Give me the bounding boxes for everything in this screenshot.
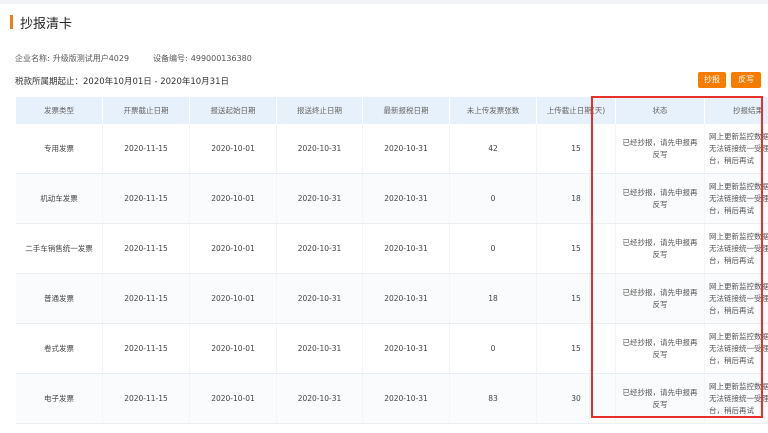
cell-unuploaded-count: 0: [449, 323, 537, 374]
cell-result: 网上更新监控数据结果:无法链接统一受理平台，稍后再试: [704, 173, 768, 224]
table-header-row: 发票类型 开票截止日期 报送起始日期 报送终止日期 最新报税日期 未上传发票张数…: [16, 97, 768, 124]
cell-report-start: 2020-10-01: [189, 273, 277, 324]
device-number: 499000136380: [190, 54, 252, 63]
cell-report-start: 2020-10-01: [189, 173, 277, 224]
cell-invoice-type: 二手车销售统一发票: [16, 223, 103, 274]
cell-issue-deadline: 2020-11-15: [102, 273, 190, 324]
header-status: 状态: [615, 97, 705, 124]
table-row: 专用发票 2020-11-15 2020-10-01 2020-10-31 20…: [16, 124, 768, 174]
cell-report-start: 2020-10-01: [189, 223, 277, 274]
cell-issue-deadline: 2020-11-15: [102, 223, 190, 274]
cell-upload-deadline: 15: [536, 273, 616, 324]
cell-status: 已经抄报，请先申报再反写: [615, 273, 705, 324]
header-result: 抄报结果: [704, 97, 768, 124]
cell-invoice-type: 卷式发票: [16, 323, 103, 374]
header-unuploaded-count: 未上传发票张数: [449, 97, 537, 124]
cell-latest-report: 2020-10-31: [362, 273, 450, 324]
cell-invoice-type: 专用发票: [16, 124, 103, 174]
page-header: 抄报清卡: [10, 14, 73, 32]
cell-upload-deadline: 30: [536, 373, 616, 424]
table-row: 普通发票 2020-11-15 2020-10-01 2020-10-31 20…: [16, 273, 768, 324]
cell-issue-deadline: 2020-11-15: [102, 124, 190, 174]
company-label: 企业名称:: [15, 54, 50, 63]
cell-unuploaded-count: 0: [449, 173, 537, 224]
header-report-end: 报送终止日期: [276, 97, 363, 124]
cell-issue-deadline: 2020-11-15: [102, 323, 190, 374]
cell-result: 网上更新监控数据结果:无法链接统一受理平台，稍后再试: [704, 273, 768, 324]
cell-status: 已经抄报，请先申报再反写: [615, 173, 705, 224]
cell-status: 已经抄报，请先申报再反写: [615, 223, 705, 274]
cell-status: 已经抄报，请先申报再反写: [615, 373, 705, 424]
cell-report-start: 2020-10-01: [189, 124, 277, 174]
copy-report-button[interactable]: 抄报: [698, 72, 726, 88]
cell-report-end: 2020-10-31: [276, 173, 363, 224]
cell-invoice-type: 电子发票: [16, 373, 103, 424]
header-latest-report: 最新报税日期: [362, 97, 450, 124]
cell-report-end: 2020-10-31: [276, 323, 363, 374]
write-back-button[interactable]: 反写: [731, 72, 761, 88]
header-report-start: 报送起始日期: [189, 97, 277, 124]
cell-status: 已经抄报，请先申报再反写: [615, 124, 705, 174]
cell-report-end: 2020-10-31: [276, 124, 363, 174]
cell-report-end: 2020-10-31: [276, 273, 363, 324]
cell-issue-deadline: 2020-11-15: [102, 173, 190, 224]
top-divider: [0, 0, 768, 4]
company-field: 企业名称: 升级版测试用户4029: [15, 54, 141, 63]
cell-unuploaded-count: 42: [449, 124, 537, 174]
cell-upload-deadline: 15: [536, 124, 616, 174]
cell-unuploaded-count: 0: [449, 223, 537, 274]
tax-period: 税款所属期起止：2020年10月01日 - 2020年10月31日: [15, 77, 229, 87]
table-row: 二手车销售统一发票 2020-11-15 2020-10-01 2020-10-…: [16, 223, 768, 274]
header-issue-deadline: 开票截止日期: [102, 97, 190, 124]
cell-result: 网上更新监控数据结果:无法链接统一受理平台，稍后再试: [704, 373, 768, 424]
cell-latest-report: 2020-10-31: [362, 124, 450, 174]
cell-upload-deadline: 15: [536, 323, 616, 374]
cell-report-start: 2020-10-01: [189, 373, 277, 424]
cell-result: 网上更新监控数据结果:无法链接统一受理平台，稍后再试: [704, 124, 768, 174]
header-invoice-type: 发票类型: [16, 97, 103, 124]
cell-unuploaded-count: 83: [449, 373, 537, 424]
table-row: 机动车发票 2020-11-15 2020-10-01 2020-10-31 2…: [16, 173, 768, 224]
title-accent-bar: [10, 15, 13, 29]
cell-unuploaded-count: 18: [449, 273, 537, 324]
company-info: 企业名称: 升级版测试用户4029 设备编号: 499000136380: [15, 53, 276, 64]
table-row: 电子发票 2020-11-15 2020-10-01 2020-10-31 20…: [16, 373, 768, 424]
cell-result: 网上更新监控数据结果:无法链接统一受理平台，稍后再试: [704, 223, 768, 274]
cell-report-start: 2020-10-01: [189, 323, 277, 374]
cell-status: 已经抄报，请先申报再反写: [615, 323, 705, 374]
cell-report-end: 2020-10-31: [276, 373, 363, 424]
device-label: 设备编号:: [153, 54, 188, 63]
cell-result: 网上更新监控数据结果:无法链接统一受理平台，稍后再试: [704, 323, 768, 374]
cell-invoice-type: 机动车发票: [16, 173, 103, 224]
page-title: 抄报清卡: [20, 16, 73, 32]
header-upload-deadline: 上传截止日期(天): [536, 97, 616, 124]
invoice-table-container: 发票类型 开票截止日期 报送起始日期 报送终止日期 最新报税日期 未上传发票张数…: [16, 97, 768, 424]
invoice-table: 发票类型 开票截止日期 报送起始日期 报送终止日期 最新报税日期 未上传发票张数…: [16, 97, 768, 424]
cell-issue-deadline: 2020-11-15: [102, 373, 190, 424]
cell-invoice-type: 普通发票: [16, 273, 103, 324]
company-name: 升级版测试用户4029: [52, 54, 130, 63]
cell-latest-report: 2020-10-31: [362, 323, 450, 374]
cell-upload-deadline: 18: [536, 173, 616, 224]
cell-latest-report: 2020-10-31: [362, 373, 450, 424]
cell-report-end: 2020-10-31: [276, 223, 363, 274]
cell-latest-report: 2020-10-31: [362, 173, 450, 224]
table-row: 卷式发票 2020-11-15 2020-10-01 2020-10-31 20…: [16, 323, 768, 374]
cell-upload-deadline: 15: [536, 223, 616, 274]
device-field: 设备编号: 499000136380: [153, 54, 264, 63]
cell-latest-report: 2020-10-31: [362, 223, 450, 274]
